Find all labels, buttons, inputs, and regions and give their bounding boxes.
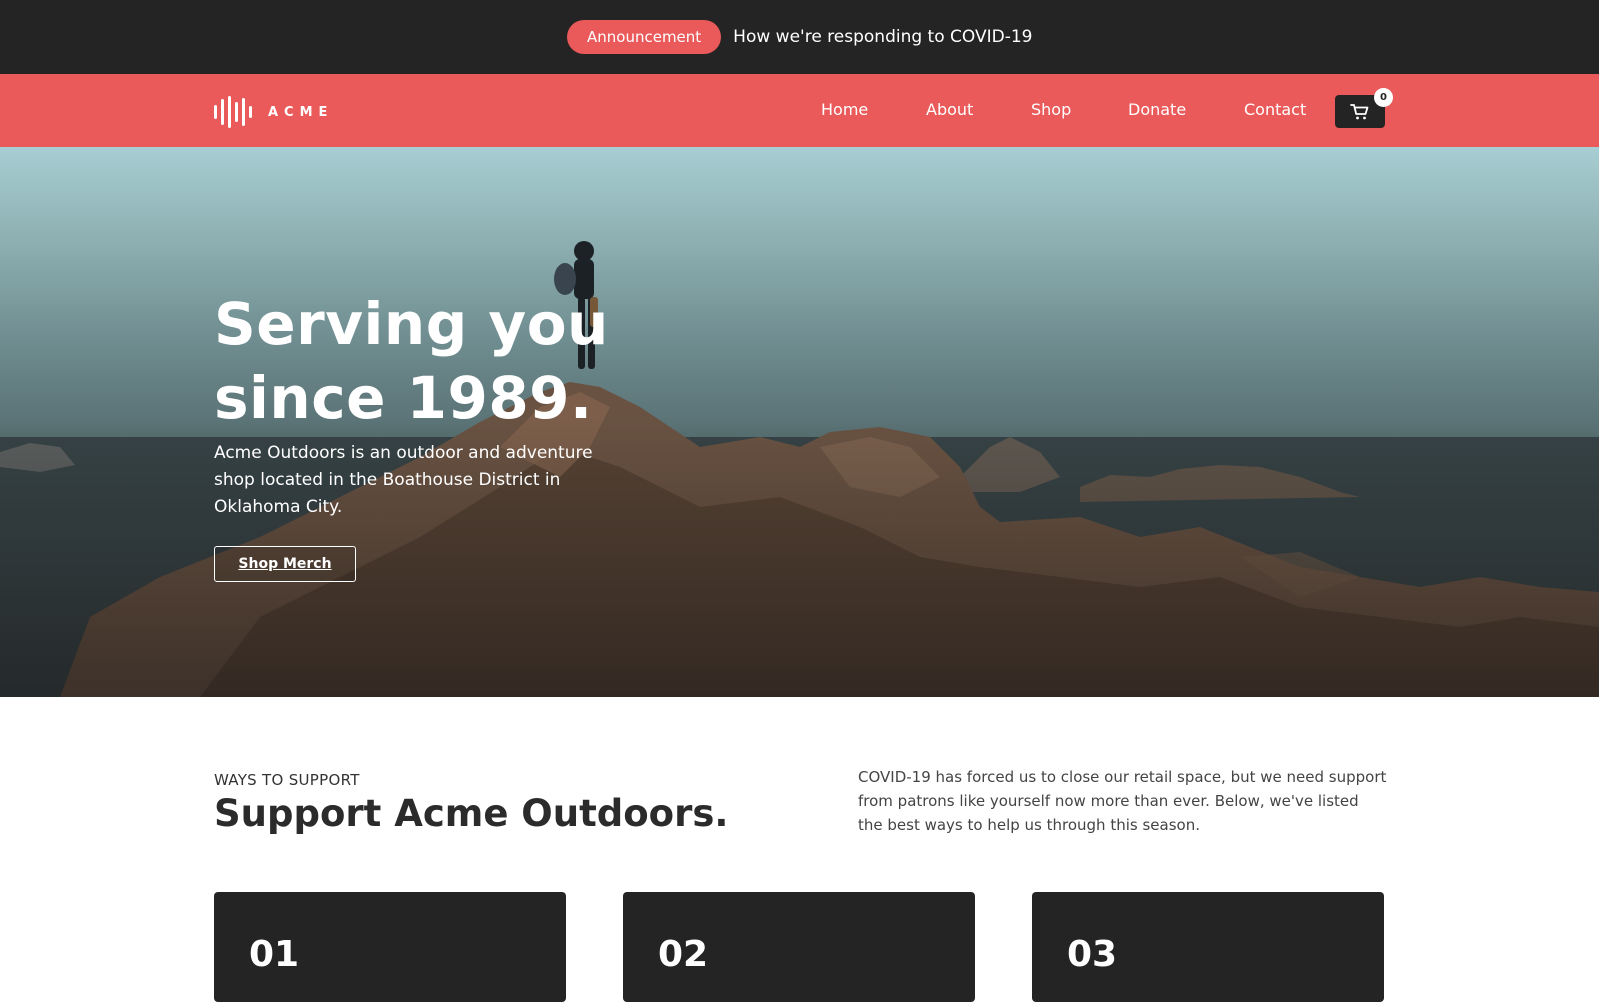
hero-title-line-2: since 1989. [214, 364, 593, 432]
cart-count-badge: 0 [1374, 88, 1393, 107]
support-card-2[interactable]: 02 [623, 892, 975, 1002]
announcement-content: Announcement How we're responding to COV… [567, 20, 1032, 54]
waveform-logo-icon [214, 96, 252, 128]
announcement-bar: Announcement How we're responding to COV… [0, 0, 1599, 74]
brand-name: ACME [268, 104, 334, 120]
brand-logo[interactable]: ACME [214, 96, 333, 128]
shopping-cart-icon [1350, 103, 1369, 119]
hero-description: Acme Outdoors is an outdoor and adventur… [214, 443, 593, 517]
support-card-number: 01 [249, 934, 300, 975]
section-description: COVID-19 has forced us to close our reta… [858, 768, 1387, 834]
section-title: Support Acme Outdoors. [214, 792, 729, 835]
announcement-link[interactable]: How we're responding to COVID-19 [733, 27, 1032, 47]
nav-item-donate[interactable]: Donate [1128, 100, 1186, 119]
hero-section: Serving you since 1989. Acme Outdoors is… [0, 147, 1599, 697]
shop-merch-button[interactable]: Shop Merch [214, 546, 356, 582]
hero-title-line-1: Serving you [214, 290, 609, 358]
nav-item-home[interactable]: Home [821, 100, 868, 119]
section-eyebrow: WAYS TO SUPPORT [214, 771, 360, 789]
support-card-1[interactable]: 01 [214, 892, 566, 1002]
hero-title: Serving you since 1989. [214, 287, 674, 435]
announcement-badge[interactable]: Announcement [567, 20, 722, 54]
nav-item-shop[interactable]: Shop [1031, 100, 1071, 119]
support-card-number: 02 [658, 934, 709, 975]
nav-item-about[interactable]: About [926, 100, 973, 119]
support-card-number: 03 [1067, 934, 1118, 975]
support-card-3[interactable]: 03 [1032, 892, 1384, 1002]
nav-item-contact[interactable]: Contact [1244, 100, 1306, 119]
main-navigation: ACME Home About Shop Donate Contact 0 [0, 74, 1599, 147]
